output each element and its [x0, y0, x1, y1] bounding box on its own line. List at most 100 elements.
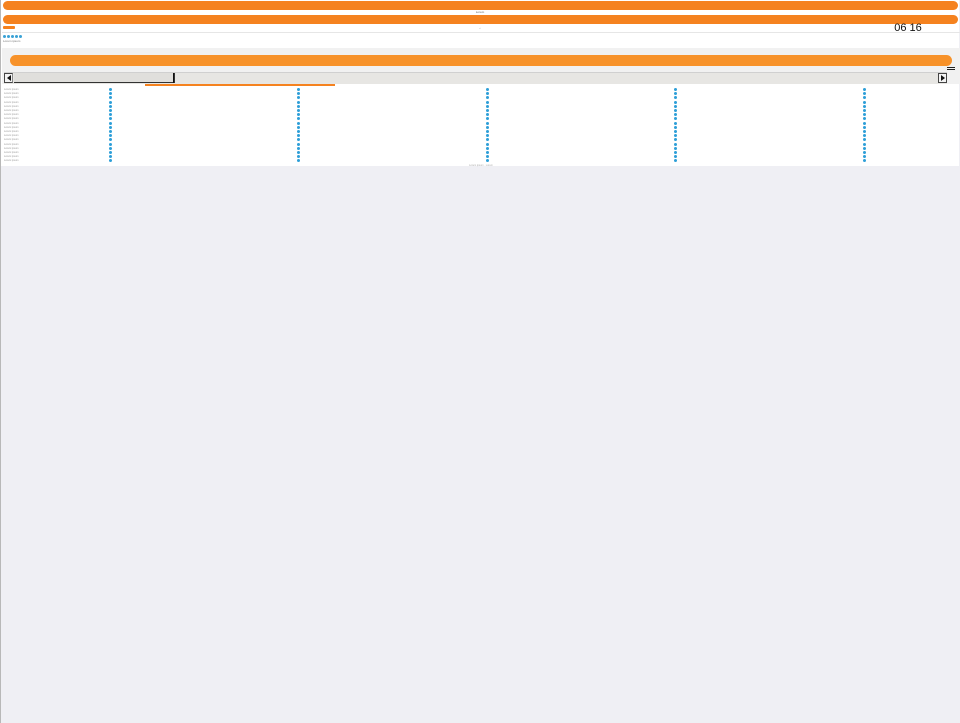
row-radio-icon[interactable] — [486, 121, 489, 125]
row-radio-icon[interactable] — [863, 138, 866, 142]
row-radio-icon[interactable] — [109, 113, 112, 117]
row-radio-icon[interactable] — [486, 104, 489, 108]
indicator-dot-icon[interactable] — [11, 35, 14, 38]
row-radio-icon[interactable] — [109, 134, 112, 138]
row-radio-icon[interactable] — [674, 109, 677, 112]
row-radio-icon[interactable] — [109, 155, 112, 159]
row-radio-icon[interactable] — [297, 88, 300, 91]
row-radio-icon[interactable] — [863, 125, 866, 129]
row-radio-icon[interactable] — [109, 88, 112, 91]
row-radio-icon[interactable] — [674, 142, 677, 146]
header-bar-secondary[interactable] — [3, 15, 958, 24]
row-radio-icon[interactable] — [297, 142, 300, 146]
row-radio-icon[interactable] — [297, 155, 300, 159]
row-radio-icon[interactable] — [486, 151, 489, 154]
row-radio-icon[interactable] — [863, 113, 866, 117]
indicator-dot-icon[interactable] — [15, 35, 18, 38]
row-radio-icon[interactable] — [674, 104, 677, 108]
row-radio-icon[interactable] — [486, 88, 489, 91]
row-radio-icon[interactable] — [674, 130, 677, 133]
row-radio-icon[interactable] — [486, 117, 489, 121]
row-radio-icon[interactable] — [863, 104, 866, 108]
row-radio-icon[interactable] — [109, 159, 112, 163]
hamburger-menu-icon[interactable] — [947, 67, 955, 72]
row-radio-icon[interactable] — [297, 117, 300, 121]
row-radio-icon[interactable] — [863, 146, 866, 150]
row-radio-icon[interactable] — [674, 117, 677, 121]
back-chevron-icon[interactable]: ‹ — [1, 27, 959, 30]
row-radio-icon[interactable] — [109, 109, 112, 112]
row-radio-icon[interactable] — [863, 134, 866, 138]
row-radio-icon[interactable] — [674, 151, 677, 154]
list-row[interactable]: Lorem ipsum — [2, 159, 960, 163]
orange-banner[interactable] — [10, 55, 952, 66]
scroll-right-button[interactable] — [938, 73, 947, 83]
row-radio-icon[interactable] — [486, 130, 489, 133]
row-radio-icon[interactable] — [674, 100, 677, 104]
row-radio-icon[interactable] — [863, 92, 866, 96]
row-radio-icon[interactable] — [486, 92, 489, 96]
row-radio-icon[interactable] — [109, 130, 112, 133]
row-radio-icon[interactable] — [486, 159, 489, 163]
row-radio-icon[interactable] — [109, 125, 112, 129]
indicator-dot-icon[interactable] — [7, 35, 10, 38]
row-radio-icon[interactable] — [863, 109, 866, 112]
row-radio-icon[interactable] — [486, 125, 489, 129]
row-radio-icon[interactable] — [863, 121, 866, 125]
row-radio-icon[interactable] — [109, 142, 112, 146]
row-radio-icon[interactable] — [486, 155, 489, 159]
row-radio-icon[interactable] — [486, 109, 489, 112]
scrollbar-thumb[interactable] — [14, 73, 175, 83]
row-radio-icon[interactable] — [863, 130, 866, 133]
row-radio-icon[interactable] — [486, 96, 489, 100]
row-radio-icon[interactable] — [109, 92, 112, 96]
row-radio-icon[interactable] — [674, 92, 677, 96]
row-radio-icon[interactable] — [486, 142, 489, 146]
row-radio-icon[interactable] — [109, 100, 112, 104]
row-radio-icon[interactable] — [297, 151, 300, 154]
row-radio-icon[interactable] — [486, 146, 489, 150]
row-radio-icon[interactable] — [674, 121, 677, 125]
row-radio-icon[interactable] — [297, 92, 300, 96]
row-radio-icon[interactable] — [109, 151, 112, 154]
row-radio-icon[interactable] — [674, 88, 677, 91]
row-radio-icon[interactable] — [863, 96, 866, 100]
row-radio-icon[interactable] — [863, 159, 866, 163]
row-radio-icon[interactable] — [674, 134, 677, 138]
row-radio-icon[interactable] — [863, 151, 866, 154]
row-radio-icon[interactable] — [674, 155, 677, 159]
row-radio-icon[interactable] — [109, 104, 112, 108]
row-radio-icon[interactable] — [297, 121, 300, 125]
row-radio-icon[interactable] — [109, 138, 112, 142]
row-radio-icon[interactable] — [109, 121, 112, 125]
row-radio-icon[interactable] — [486, 138, 489, 142]
row-radio-icon[interactable] — [674, 159, 677, 163]
row-radio-icon[interactable] — [297, 113, 300, 117]
row-radio-icon[interactable] — [486, 100, 489, 104]
row-radio-icon[interactable] — [297, 100, 300, 104]
row-radio-icon[interactable] — [674, 113, 677, 117]
row-radio-icon[interactable] — [297, 130, 300, 133]
indicator-dot-icon[interactable] — [19, 35, 22, 38]
row-radio-icon[interactable] — [486, 134, 489, 138]
scroll-left-button[interactable] — [4, 73, 13, 83]
row-radio-icon[interactable] — [109, 117, 112, 121]
row-radio-icon[interactable] — [674, 146, 677, 150]
indicator-dot-icon[interactable] — [3, 35, 6, 38]
row-radio-icon[interactable] — [297, 146, 300, 150]
row-radio-icon[interactable] — [486, 113, 489, 117]
header-bar-primary[interactable] — [3, 1, 958, 10]
row-radio-icon[interactable] — [863, 100, 866, 104]
row-radio-icon[interactable] — [674, 96, 677, 100]
row-radio-icon[interactable] — [297, 104, 300, 108]
row-radio-icon[interactable] — [109, 96, 112, 100]
row-radio-icon[interactable] — [297, 134, 300, 138]
row-radio-icon[interactable] — [297, 96, 300, 100]
row-radio-icon[interactable] — [863, 88, 866, 91]
row-radio-icon[interactable] — [674, 138, 677, 142]
row-radio-icon[interactable] — [109, 146, 112, 150]
row-radio-icon[interactable] — [863, 155, 866, 159]
row-radio-icon[interactable] — [863, 117, 866, 121]
row-radio-icon[interactable] — [297, 109, 300, 112]
row-radio-icon[interactable] — [674, 125, 677, 129]
